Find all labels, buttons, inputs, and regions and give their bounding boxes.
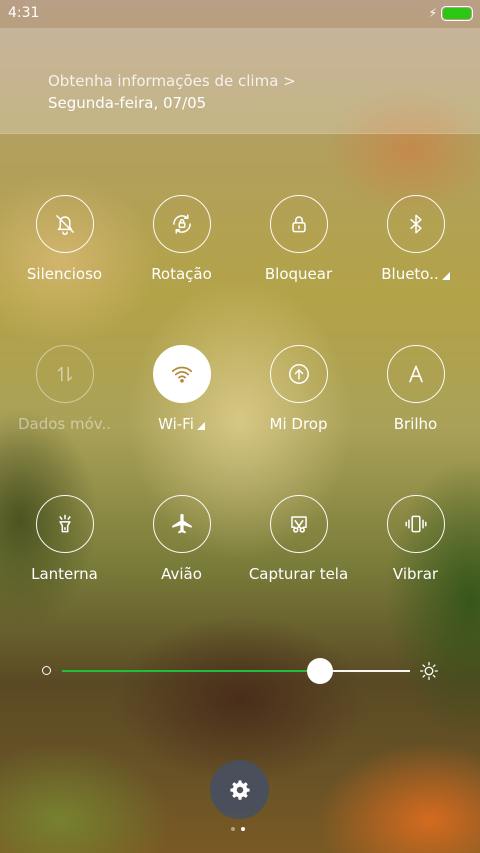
wifi-icon: [171, 366, 192, 383]
toggle-label: Mi Drop: [269, 415, 328, 433]
silent-toggle-button[interactable]: [35, 195, 94, 253]
toggle-flashlight[interactable]: Lanterna: [6, 495, 123, 605]
bluetooth-icon: [409, 214, 422, 234]
toggle-wifi[interactable]: Wi-Fi: [123, 345, 240, 455]
weather-date: Segunda-feira, 07/05: [48, 94, 207, 112]
toggle-label: Capturar tela: [248, 565, 349, 583]
bluetooth-toggle-button[interactable]: [386, 195, 445, 253]
brightness-high-icon: [420, 662, 438, 680]
toggle-label: Brilho: [393, 415, 438, 433]
page-indicator: [231, 827, 245, 831]
mobile-data-icon: [57, 366, 72, 382]
weather-card[interactable]: Obtenha informações de clima > Segunda-f…: [0, 28, 480, 134]
airplane-icon: [171, 513, 192, 534]
toggle-mobile-data[interactable]: Dados móv..: [6, 345, 123, 455]
brightness-toggle-button[interactable]: [386, 345, 445, 403]
vibrate-icon: [404, 515, 427, 533]
bell-off-icon: [55, 215, 74, 236]
submenu-arrow-icon[interactable]: [196, 422, 205, 430]
rotation-lock-icon: [172, 214, 191, 234]
mi-drop-toggle-button[interactable]: [269, 345, 328, 403]
charging-icon: ⚡: [428, 6, 437, 20]
page-dot-active: [241, 827, 245, 831]
toggle-rotation[interactable]: Rotação: [123, 195, 240, 305]
auto-brightness-icon: [408, 365, 423, 383]
toggle-vibrate[interactable]: Vibrar: [357, 495, 474, 605]
settings-button[interactable]: [210, 760, 269, 819]
toggle-label: Vibrar: [392, 565, 439, 583]
bluetooth-label: Blueto..: [381, 265, 439, 283]
toggle-airplane[interactable]: Avião: [123, 495, 240, 605]
brightness-slider[interactable]: [38, 655, 442, 685]
mi-drop-icon: [288, 364, 309, 384]
toggle-label: Silencioso: [26, 265, 103, 283]
flashlight-toggle-button[interactable]: [35, 495, 94, 553]
toggle-label: Dados móv..: [17, 415, 112, 433]
mobile-data-toggle-button[interactable]: [35, 345, 94, 403]
status-bar: 4:31 ⚡: [0, 0, 480, 26]
screenshot-icon: [290, 516, 307, 533]
weather-info-link[interactable]: Obtenha informações de clima >: [48, 72, 296, 90]
status-time: 4:31: [8, 5, 40, 21]
battery-level: [443, 7, 471, 19]
brightness-track[interactable]: [62, 670, 410, 672]
toggle-label: Avião: [161, 565, 202, 583]
toggle-screenshot[interactable]: Capturar tela: [240, 495, 357, 605]
lock-icon: [291, 216, 306, 233]
airplane-toggle-button[interactable]: [152, 495, 211, 553]
page-dot: [231, 827, 235, 831]
brightness-low-icon: [42, 666, 51, 675]
flashlight-icon: [58, 514, 71, 533]
toggle-lock[interactable]: Bloquear: [240, 195, 357, 305]
toggle-label: Wi-Fi: [158, 415, 205, 433]
toggle-brightness[interactable]: Brilho: [357, 345, 474, 455]
toggle-label: Blueto..: [381, 265, 450, 283]
gear-icon: [229, 780, 250, 800]
screenshot-toggle-button[interactable]: [269, 495, 328, 553]
toggle-silent[interactable]: Silencioso: [6, 195, 123, 305]
vibrate-toggle-button[interactable]: [386, 495, 445, 553]
submenu-arrow-icon[interactable]: [441, 272, 450, 280]
lock-toggle-button[interactable]: [269, 195, 328, 253]
status-icons: ⚡: [428, 5, 473, 21]
wifi-label: Wi-Fi: [158, 415, 194, 433]
toggle-label: Bloquear: [264, 265, 333, 283]
toggle-mi-drop[interactable]: Mi Drop: [240, 345, 357, 455]
toggle-label: Rotação: [151, 265, 212, 283]
toggle-label: Lanterna: [31, 565, 98, 583]
wifi-toggle-button[interactable]: [152, 345, 211, 403]
battery-icon: [441, 5, 473, 21]
brightness-thumb[interactable]: [306, 658, 333, 684]
toggle-bluetooth[interactable]: Blueto..: [357, 195, 474, 305]
rotation-toggle-button[interactable]: [152, 195, 211, 253]
brightness-fill: [62, 670, 320, 672]
